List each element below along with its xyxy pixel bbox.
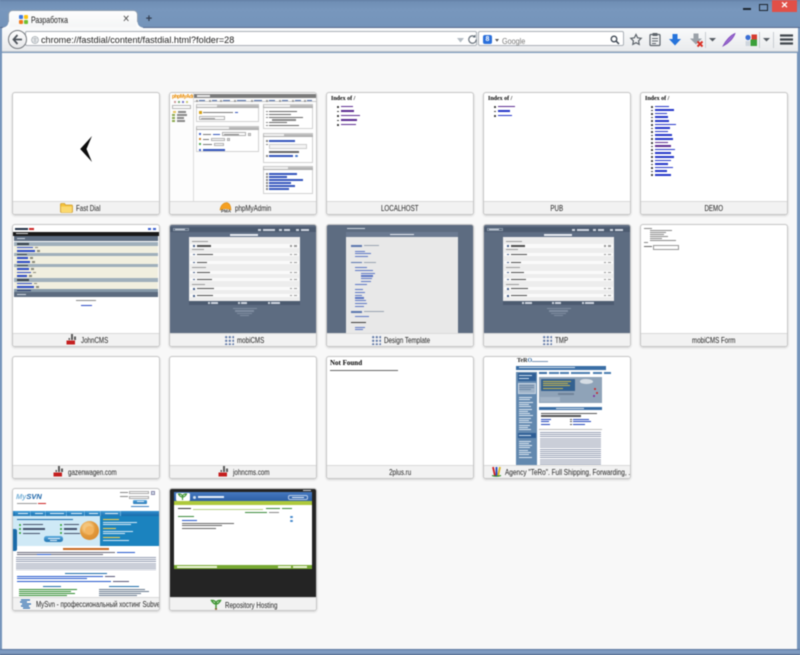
svg-text:PMA: PMA [221, 209, 232, 214]
